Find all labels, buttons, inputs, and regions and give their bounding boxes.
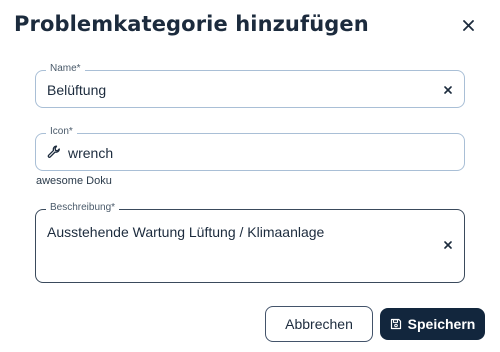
- clear-name-button[interactable]: [442, 84, 454, 96]
- save-button-label: Speichern: [407, 316, 476, 332]
- description-field-label: Beschreibung*: [46, 202, 120, 213]
- documentation-link[interactable]: awesome Doku: [36, 175, 112, 187]
- add-problem-category-dialog: Problemkategorie hinzufügen Name* Belüft…: [0, 0, 500, 352]
- icon-field[interactable]: Icon* wrench: [35, 126, 465, 171]
- description-input[interactable]: Ausstehende Wartung Lüftung / Klimaanlag…: [47, 224, 324, 240]
- save-button[interactable]: Speichern: [380, 308, 485, 340]
- icon-input[interactable]: wrench: [68, 145, 113, 161]
- clear-icon: [444, 241, 452, 249]
- cancel-button[interactable]: Abbrechen: [265, 306, 373, 342]
- clear-icon: [444, 86, 452, 94]
- icon-field-label: Icon*: [46, 126, 77, 137]
- description-field[interactable]: Beschreibung* Ausstehende Wartung Lüftun…: [35, 202, 465, 283]
- close-icon: [462, 19, 474, 31]
- name-input[interactable]: Belüftung: [47, 82, 106, 98]
- save-icon: [390, 318, 401, 330]
- clear-description-button[interactable]: [442, 239, 454, 251]
- name-field-label: Name*: [46, 63, 85, 74]
- dialog-title: Problemkategorie hinzufügen: [14, 12, 369, 36]
- name-field[interactable]: Name* Belüftung: [35, 63, 465, 108]
- close-dialog-button[interactable]: [459, 16, 477, 34]
- wrench-icon: [47, 145, 60, 158]
